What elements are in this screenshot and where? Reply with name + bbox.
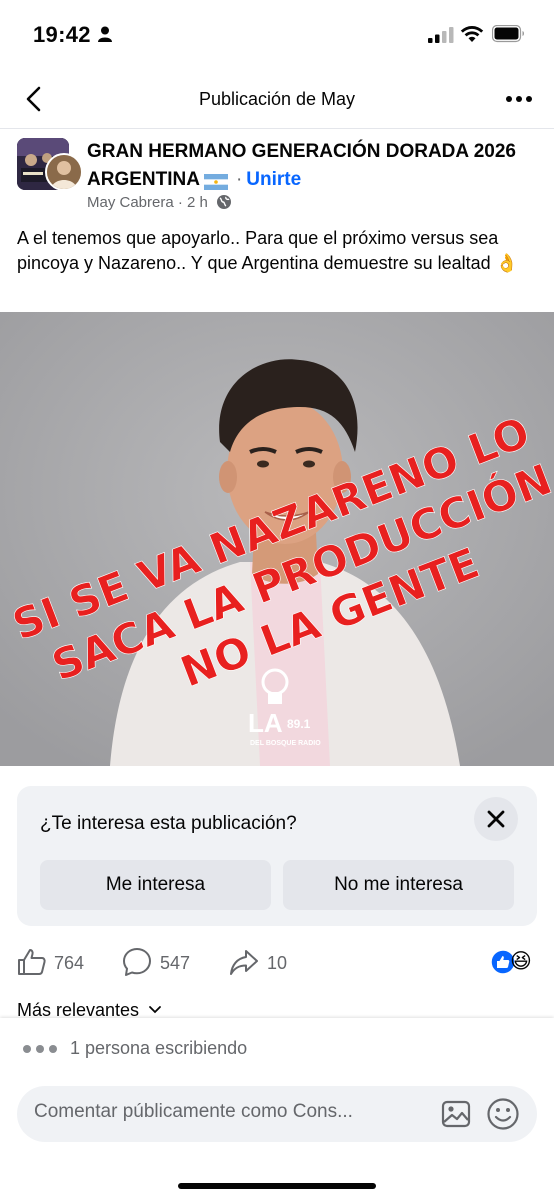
like-thumb-icon xyxy=(18,949,46,975)
post-image[interactable]: LA 89.1 DEL BOSQUE RADIO SI SE VA NAZARE… xyxy=(0,312,554,766)
comment-input[interactable] xyxy=(34,1101,434,1123)
comment-bubble-icon xyxy=(123,948,151,976)
interest-question: ¿Te interesa esta publicación? xyxy=(40,813,297,834)
logo-subtitle: DEL BOSQUE RADIO xyxy=(250,740,321,747)
join-group-button[interactable]: Unirte xyxy=(246,169,301,190)
cellular-signal-icon xyxy=(428,27,454,43)
reaction-summary[interactable]: 😆 xyxy=(490,949,540,975)
more-options-icon[interactable] xyxy=(505,95,533,103)
status-time: 19:42 xyxy=(33,22,91,47)
page-title: Publicación de May xyxy=(198,89,356,109)
group-name-line: GRAN HERMANO GENERACIÓN DORADA 2026 ARGE… xyxy=(87,138,517,194)
logo-main: LA xyxy=(248,708,283,738)
post-meta: May Cabrera · 2 h xyxy=(87,194,232,211)
emoji-icon[interactable] xyxy=(486,1097,520,1131)
sort-label: Más relevantes xyxy=(17,1000,140,1020)
post-time[interactable]: 2 h xyxy=(187,194,208,211)
author-avatar[interactable] xyxy=(45,153,83,191)
separator-dot: · xyxy=(235,169,243,190)
wifi-icon xyxy=(460,26,484,42)
post-text: A el tenemos que apoyarlo.. Para que el … xyxy=(17,226,537,276)
author-name[interactable]: May Cabrera xyxy=(87,194,174,211)
status-bar: 19:42 xyxy=(0,0,554,70)
ok-hand-emoji: 👌 xyxy=(495,253,519,273)
battery-icon xyxy=(492,25,524,43)
like-count: 764 xyxy=(54,953,85,973)
share-arrow-icon xyxy=(230,950,258,975)
close-icon xyxy=(487,810,505,828)
interest-prompt-card: ¿Te interesa esta publicación? Me intere… xyxy=(17,786,537,926)
comment-composer: 1 persona escribiendo xyxy=(0,1018,554,1199)
globe-privacy-icon xyxy=(217,195,232,209)
home-indicator[interactable] xyxy=(178,1183,376,1189)
typing-text: 1 persona escribiendo xyxy=(70,1038,248,1058)
photo-icon[interactable] xyxy=(440,1098,472,1130)
logo-frequency: 89.1 xyxy=(287,717,311,731)
dismiss-interest-button[interactable] xyxy=(474,797,518,841)
argentina-flag-icon xyxy=(203,171,228,190)
separator-dot: · xyxy=(177,194,183,211)
share-button[interactable]: 10 xyxy=(229,945,299,981)
share-count: 10 xyxy=(267,953,288,973)
typing-dots-icon xyxy=(23,1045,57,1054)
comment-input-box[interactable] xyxy=(17,1086,537,1142)
post-actions: 764 547 10 😆 xyxy=(0,945,554,981)
comment-button[interactable]: 547 xyxy=(122,945,202,981)
typing-indicator: 1 persona escribiendo xyxy=(22,1038,247,1059)
group-name[interactable]: GRAN HERMANO GENERACIÓN DORADA 2026 ARGE… xyxy=(87,141,516,190)
not-interested-button[interactable]: No me interesa xyxy=(283,860,514,910)
comment-count: 547 xyxy=(160,953,191,973)
interested-button[interactable]: Me interesa xyxy=(40,860,271,910)
chevron-down-icon xyxy=(149,1006,161,1014)
person-icon xyxy=(98,26,112,42)
like-button[interactable]: 764 xyxy=(17,945,97,981)
post-body: A el tenemos que apoyarlo.. Para que el … xyxy=(17,228,499,273)
top-nav-bar: Publicación de May xyxy=(0,72,554,129)
haha-reaction-icon: 😆 xyxy=(510,950,532,973)
